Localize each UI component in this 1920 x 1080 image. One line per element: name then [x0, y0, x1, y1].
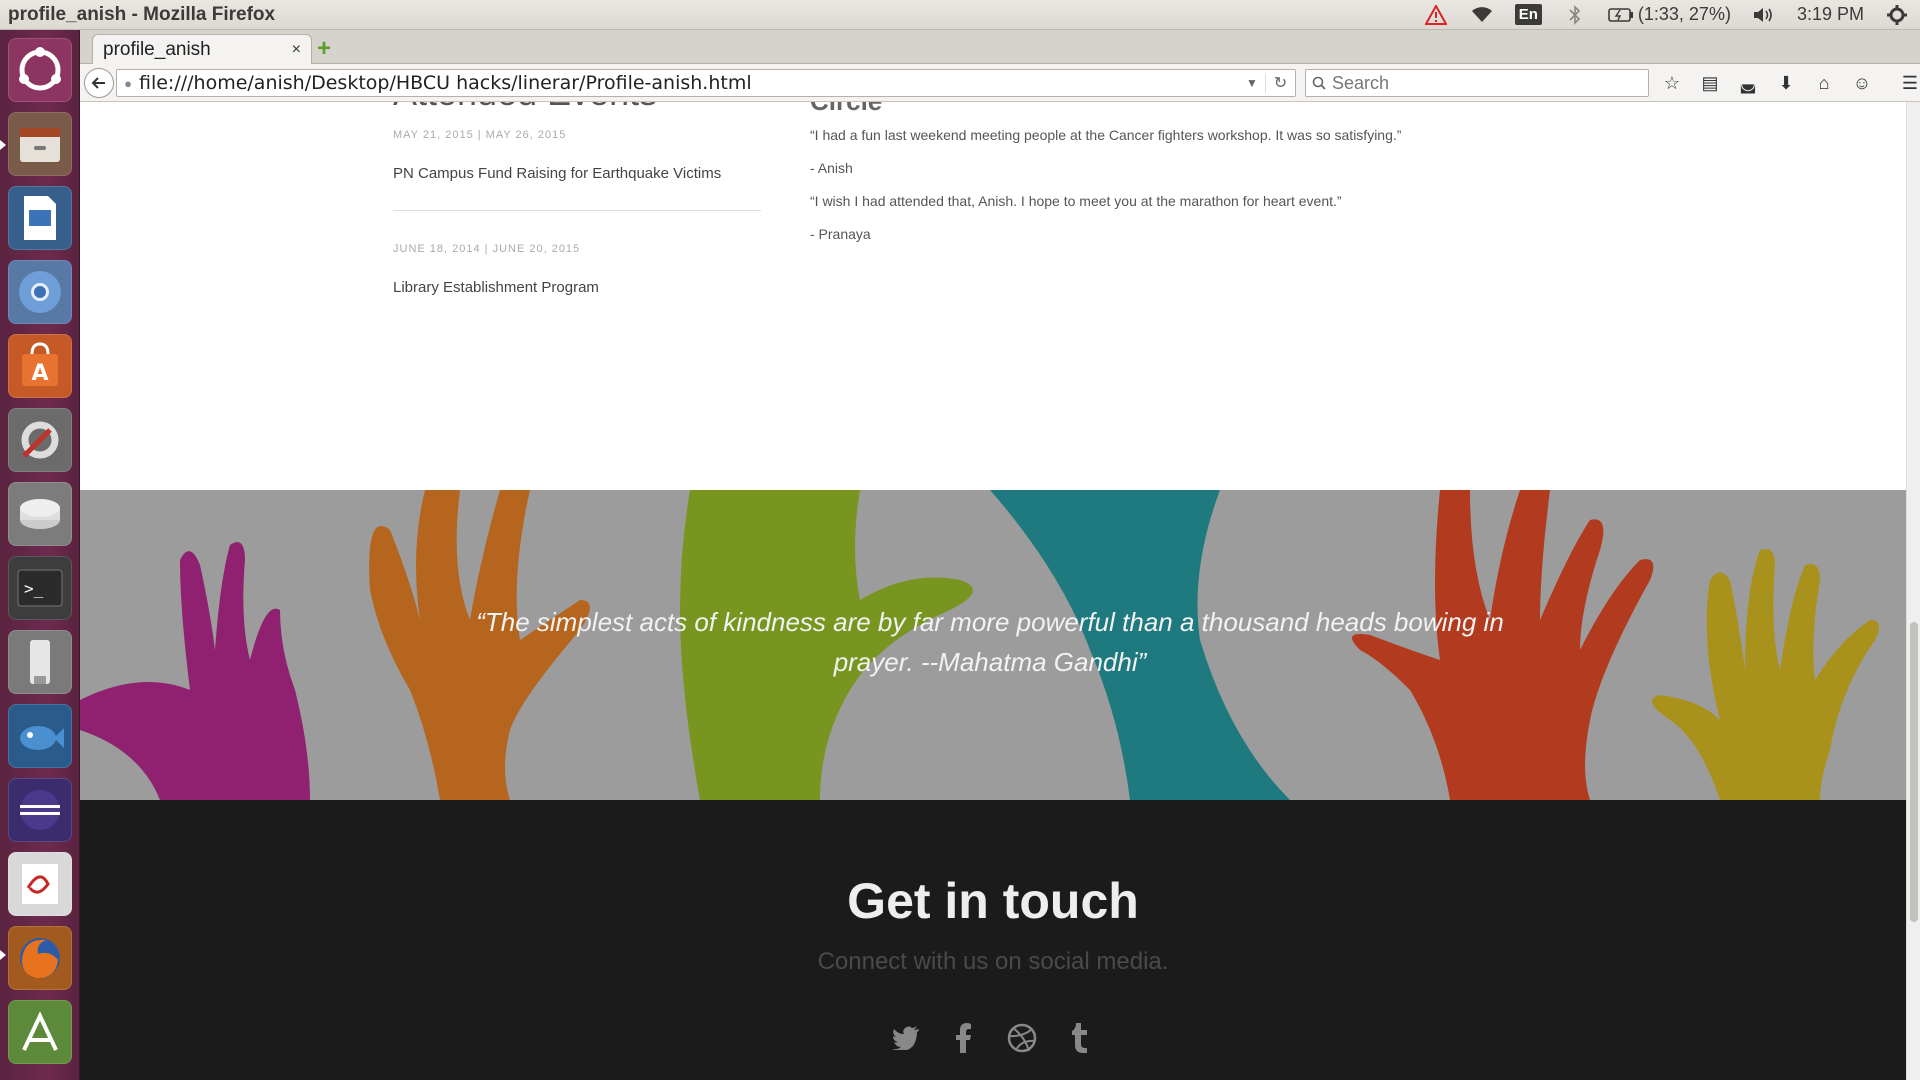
tab-strip: profile_anish × + [80, 30, 1920, 64]
tumblr-icon[interactable] [1064, 1022, 1096, 1054]
url-text[interactable]: file:///home/anish/Desktop/HBCU hacks/li… [139, 72, 1239, 94]
document-viewer-icon[interactable] [8, 852, 72, 916]
usb-icon[interactable] [8, 630, 72, 694]
footer-title: Get in touch [847, 873, 1139, 929]
bookmark-star-icon[interactable]: ☆ [1660, 70, 1684, 96]
battery-status: (1:33, 27%) [1637, 4, 1731, 24]
event-title[interactable]: Library Establishment Program [393, 279, 599, 296]
navigation-toolbar: ● file:///home/anish/Desktop/HBCU hacks/… [80, 64, 1920, 102]
bookmarks-menu-icon[interactable]: ▤ [1698, 70, 1722, 96]
settings-gear-icon[interactable] [1884, 2, 1910, 28]
files-icon[interactable] [8, 112, 72, 176]
back-arrow-icon [91, 77, 105, 89]
pocket-icon[interactable]: ◛ [1736, 70, 1760, 96]
url-bar[interactable]: ● file:///home/anish/Desktop/HBCU hacks/… [116, 69, 1296, 97]
system-tray: En (1:33, 27%) 3:19 PM [1423, 2, 1920, 28]
battery-icon [1608, 2, 1634, 28]
libreoffice-impress-icon[interactable] [8, 186, 72, 250]
gandhi-quote: “The simplest acts of kindness are by fa… [476, 607, 1504, 677]
page-scrollbar[interactable] [1906, 102, 1920, 1080]
window-title: profile_anish - Mozilla Firefox [8, 3, 276, 25]
event-title[interactable]: PN Campus Fund Raising for Earthquake Vi… [393, 165, 721, 182]
android-studio-icon[interactable] [8, 1000, 72, 1064]
footer-subtitle: Connect with us on social media. [817, 948, 1169, 975]
search-icon [1312, 76, 1326, 90]
site-identity-icon[interactable]: ● [117, 76, 139, 91]
clock[interactable]: 3:19 PM [1797, 4, 1864, 25]
toolbar-icons: ☆ ▤ ◛ ⬇ ⌂ ☺ ☰ [1660, 70, 1920, 96]
ubuntu-dash-icon[interactable] [8, 38, 72, 102]
circle-message: “I wish I had attended that, Anish. I ho… [810, 193, 1342, 209]
keyboard-layout-indicator[interactable]: En [1514, 4, 1542, 25]
twitter-icon[interactable] [890, 1022, 922, 1054]
firefox-icon[interactable] [8, 926, 72, 990]
warning-icon[interactable] [1423, 2, 1449, 28]
circle-heading: Circle [810, 102, 882, 117]
bluetooth-icon[interactable] [1562, 2, 1588, 28]
history-dropdown-icon[interactable]: ▼ [1239, 76, 1265, 90]
event-divider [393, 210, 761, 211]
disk-drive-icon[interactable] [8, 482, 72, 546]
downloads-icon[interactable]: ⬇ [1774, 70, 1798, 96]
bluefish-icon[interactable] [8, 704, 72, 768]
eclipse-icon[interactable] [8, 778, 72, 842]
quote-banner: “The simplest acts of kindness are by fa… [80, 490, 1906, 800]
terminal-icon[interactable]: >_ [8, 556, 72, 620]
browser-tab[interactable]: profile_anish × [92, 34, 312, 64]
circle-message: “I had a fun last weekend meeting people… [810, 127, 1402, 143]
tab-close-icon[interactable]: × [292, 41, 301, 59]
event-date: MAY 21, 2015 | MAY 26, 2015 [393, 129, 567, 141]
events-heading: Attended Events [393, 102, 657, 114]
hand-magenta [80, 542, 310, 800]
social-links [80, 1022, 1906, 1054]
system-settings-icon[interactable] [8, 408, 72, 472]
search-placeholder[interactable]: Search [1332, 73, 1389, 94]
facebook-icon[interactable] [948, 1022, 980, 1054]
chromium-icon[interactable] [8, 260, 72, 324]
hamburger-menu-icon[interactable]: ☰ [1898, 70, 1920, 96]
unity-launcher: A >_ [0, 30, 80, 1080]
circle-author: - Anish [810, 160, 853, 176]
back-button[interactable] [84, 68, 114, 98]
top-panel: profile_anish - Mozilla Firefox En (1:33… [0, 0, 1920, 30]
footer-contact: Get in touch Connect with us on social m… [80, 800, 1906, 1080]
tab-title: profile_anish [103, 38, 211, 60]
chat-icon[interactable]: ☺ [1850, 70, 1874, 96]
battery-indicator[interactable]: (1:33, 27%) [1608, 2, 1731, 28]
scrollbar-thumb[interactable] [1910, 622, 1918, 922]
page-viewport: Attended Events MAY 21, 2015 | MAY 26, 2… [80, 102, 1906, 1080]
wifi-icon[interactable] [1469, 2, 1495, 28]
dribbble-icon[interactable] [1006, 1022, 1038, 1054]
reload-icon[interactable]: ↻ [1265, 73, 1295, 93]
home-icon[interactable]: ⌂ [1812, 70, 1836, 96]
search-bar[interactable]: Search [1305, 69, 1649, 97]
software-center-icon[interactable]: A [8, 334, 72, 398]
circle-author: - Pranaya [810, 226, 871, 242]
svg-text:>_: >_ [24, 579, 44, 598]
new-tab-button[interactable]: + [312, 35, 336, 62]
svg-text:A: A [31, 361, 48, 386]
event-date: JUNE 18, 2014 | JUNE 20, 2015 [393, 243, 581, 255]
volume-icon[interactable] [1751, 2, 1777, 28]
hand-olive [1652, 549, 1879, 800]
